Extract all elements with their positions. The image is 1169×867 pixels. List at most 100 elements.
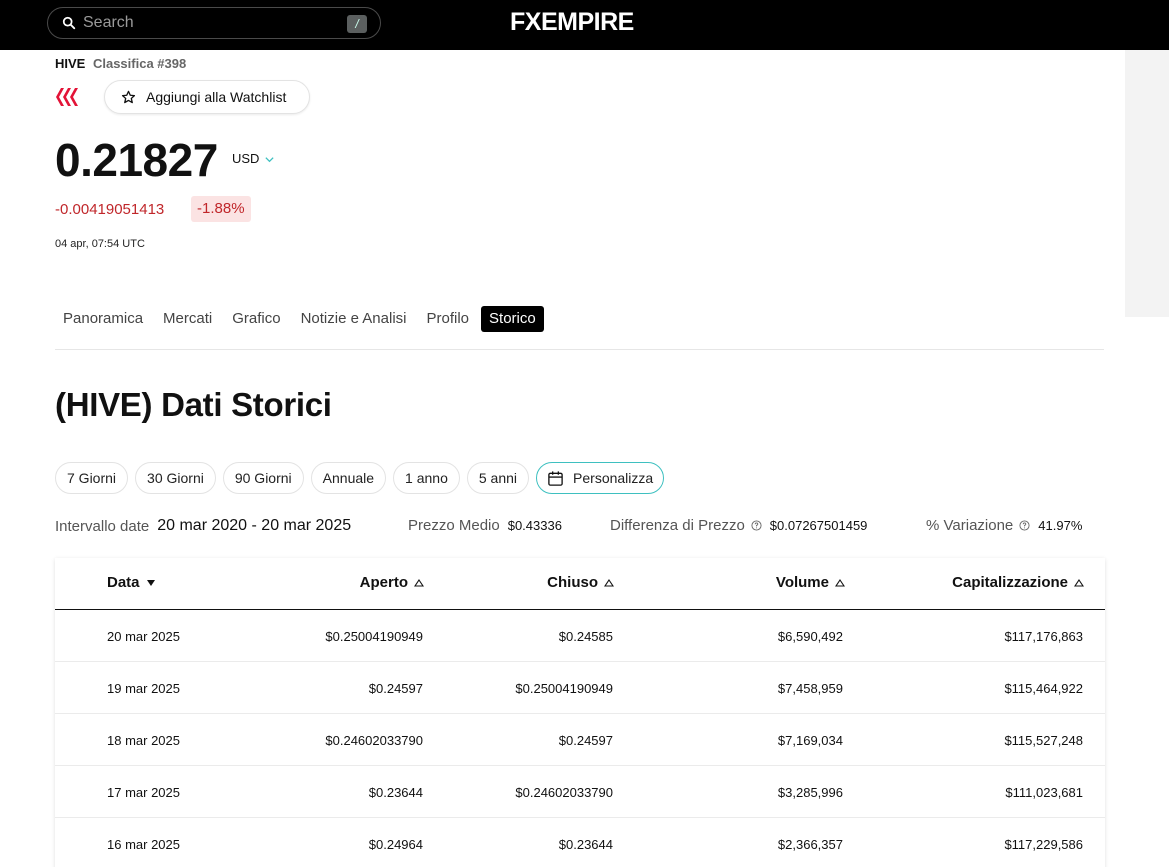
watchlist-label: Aggiungi alla Watchlist	[146, 89, 287, 105]
add-to-watchlist-button[interactable]: Aggiungi alla Watchlist	[104, 80, 310, 114]
average-price-value: $0.43336	[507, 518, 562, 533]
cell-market-cap: $111,023,681	[1005, 785, 1083, 800]
percent-change-value: 41.97%	[1038, 518, 1083, 533]
period-custom-button[interactable]: Personalizza	[536, 462, 665, 494]
sort-icon	[1074, 578, 1084, 587]
cell-open: $0.25004190949	[325, 629, 423, 644]
search-shortcut-key: /	[347, 15, 367, 33]
tab-panoramica[interactable]: Panoramica	[55, 306, 151, 332]
sort-icon	[414, 578, 424, 587]
cell-date: 17 mar 2025	[107, 785, 180, 800]
period-7-days[interactable]: 7 Giorni	[55, 462, 129, 494]
tab-profilo[interactable]: Profilo	[418, 306, 477, 332]
table-row: 17 mar 2025 $0.23644 $0.24602033790 $3,2…	[55, 766, 1105, 818]
cell-market-cap: $115,527,248	[1004, 733, 1083, 748]
cell-close: $0.24602033790	[515, 785, 613, 800]
column-header-label: Capitalizzazione	[952, 574, 1068, 591]
chevron-down-icon	[265, 157, 275, 163]
column-header-open[interactable]: Aperto	[360, 574, 424, 591]
cell-date: 19 mar 2025	[107, 681, 180, 696]
column-header-volume[interactable]: Volume	[776, 574, 845, 591]
cell-open: $0.24964	[368, 837, 423, 852]
price-difference-label: Differenza di Prezzo	[610, 517, 745, 534]
cell-volume: $2,366,357	[777, 837, 843, 852]
column-header-date[interactable]: Data	[107, 574, 156, 591]
cell-open: $0.24597	[368, 681, 423, 696]
search-input[interactable]	[83, 14, 333, 32]
date-range-label: Intervallo date	[55, 517, 150, 535]
column-header-label: Aperto	[359, 574, 408, 591]
historical-data-table: Data Aperto Chiuso Volume Capitalizzazio…	[55, 558, 1105, 867]
search-icon	[62, 16, 76, 30]
cell-open: $0.23644	[368, 785, 423, 800]
section-tabs: Panoramica Mercati Grafico Notizie e Ana…	[55, 306, 1104, 350]
cell-close: $0.24597	[558, 733, 613, 748]
cell-volume: $7,169,034	[777, 733, 843, 748]
sort-desc-icon	[146, 579, 155, 586]
column-header-label: Volume	[775, 574, 829, 591]
search-box[interactable]: /	[47, 7, 381, 39]
cell-volume: $6,590,492	[777, 629, 843, 644]
custom-period-label: Personalizza	[573, 470, 654, 486]
cell-date: 20 mar 2025	[107, 629, 180, 644]
cell-close: $0.23644	[558, 837, 613, 852]
side-panel	[1125, 50, 1169, 317]
sort-icon	[604, 578, 614, 587]
percent-change-label: % Variazione	[926, 517, 1014, 534]
currency-label: USD	[232, 151, 260, 166]
column-header-label: Chiuso	[547, 574, 598, 591]
page-title: (HIVE) Dati Storici	[55, 386, 332, 423]
cell-date: 18 mar 2025	[107, 733, 180, 748]
tab-notizie-analisi[interactable]: Notizie e Analisi	[293, 306, 415, 332]
period-90-days[interactable]: 90 Giorni	[222, 462, 304, 494]
price-change-absolute: -0.00419051413	[55, 201, 165, 218]
currency-selector[interactable]: USD	[232, 151, 275, 166]
cell-market-cap: $115,464,922	[1004, 681, 1083, 696]
average-price-label: Prezzo Medio	[408, 517, 500, 534]
cell-volume: $3,285,996	[777, 785, 843, 800]
cell-volume: $7,458,959	[777, 681, 843, 696]
column-header-label: Data	[107, 574, 140, 591]
cell-market-cap: $117,176,863	[1004, 629, 1083, 644]
table-header: Data Aperto Chiuso Volume Capitalizzazio…	[55, 558, 1105, 610]
help-icon[interactable]	[1019, 520, 1030, 531]
cell-date: 16 mar 2025	[107, 837, 180, 852]
asset-symbol: HIVE	[55, 56, 86, 71]
column-header-market-cap[interactable]: Capitalizzazione	[952, 574, 1084, 591]
asset-rank: Classifica #398	[92, 56, 187, 71]
cell-open: $0.24602033790	[325, 733, 423, 748]
stat-price-difference: Differenza di Prezzo $0.07267501459	[610, 517, 867, 534]
asset-ticker: HIVE Classifica #398	[55, 56, 186, 71]
table-row: 20 mar 2025 $0.25004190949 $0.24585 $6,5…	[55, 610, 1105, 662]
tab-grafico[interactable]: Grafico	[224, 306, 288, 332]
price-timestamp: 04 apr, 07:54 UTC	[55, 238, 145, 250]
stat-date-range: Intervallo date 20 mar 2020 - 20 mar 202…	[55, 517, 351, 535]
table-row: 19 mar 2025 $0.24597 $0.25004190949 $7,4…	[55, 662, 1105, 714]
period-1-year[interactable]: 1 anno	[393, 462, 460, 494]
top-navigation-bar: / FXEMPIRE	[0, 0, 1169, 50]
date-range-value: 20 mar 2020 - 20 mar 2025	[157, 517, 352, 534]
current-price: 0.21827	[55, 134, 218, 186]
period-annual[interactable]: Annuale	[310, 462, 387, 494]
cell-close: $0.25004190949	[515, 681, 613, 696]
stat-percent-change: % Variazione 41.97%	[926, 517, 1082, 534]
tab-mercati[interactable]: Mercati	[155, 306, 220, 332]
price-difference-value: $0.07267501459	[769, 518, 868, 533]
help-icon[interactable]	[751, 520, 762, 531]
table-row: 18 mar 2025 $0.24602033790 $0.24597 $7,1…	[55, 714, 1105, 766]
period-selector: 7 Giorni 30 Giorni 90 Giorni Annuale 1 a…	[55, 462, 671, 494]
period-30-days[interactable]: 30 Giorni	[135, 462, 216, 494]
price-change-percent-badge: -1.88%	[191, 196, 251, 222]
cell-close: $0.24585	[558, 629, 613, 644]
cell-market-cap: $117,229,586	[1004, 837, 1083, 852]
fxempire-logo[interactable]: FXEMPIRE	[510, 8, 634, 37]
stat-average-price: Prezzo Medio $0.43336	[408, 517, 562, 534]
calendar-icon	[548, 470, 563, 486]
tab-storico[interactable]: Storico	[481, 306, 544, 332]
column-header-close[interactable]: Chiuso	[547, 574, 614, 591]
period-5-years[interactable]: 5 anni	[466, 462, 530, 494]
star-icon	[121, 90, 136, 103]
table-row: 16 mar 2025 $0.24964 $0.23644 $2,366,357…	[55, 818, 1105, 867]
hive-logo-icon	[56, 88, 78, 106]
sort-icon	[835, 578, 845, 587]
